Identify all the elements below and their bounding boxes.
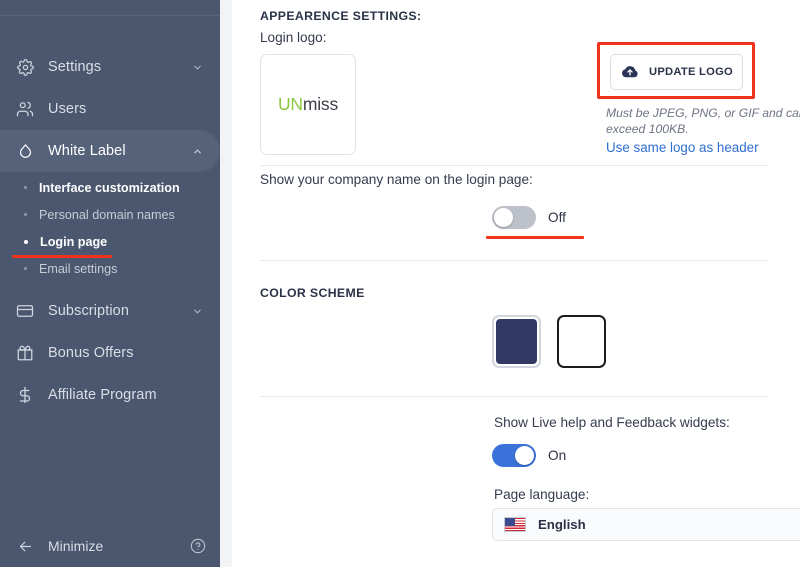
divider-3 — [260, 396, 768, 397]
sidebar-item-login-page[interactable]: Login page — [0, 228, 220, 258]
company-name-label: Show your company name on the login page… — [260, 172, 533, 187]
company-toggle-highlight-underline — [486, 236, 584, 239]
sidebar-item-label: Bonus Offers — [48, 345, 134, 361]
logo-text-un: UN — [277, 94, 303, 114]
sidebar-item-settings[interactable]: Settings — [0, 46, 220, 88]
sidebar-content-gap — [220, 0, 232, 567]
sidebar-item-email-settings[interactable]: Email settings — [0, 255, 220, 282]
sidebar-top-divider — [0, 15, 220, 16]
divider-1 — [260, 165, 768, 166]
gift-icon — [14, 342, 36, 364]
dollar-icon — [14, 384, 36, 406]
droplet-icon — [14, 140, 36, 162]
color-swatch-navy[interactable] — [492, 315, 541, 368]
sidebar-subnav-white-label: Interface customization Personal domain … — [0, 174, 220, 282]
sidebar-item-subscription[interactable]: Subscription — [0, 290, 220, 332]
logo-text-miss: miss — [302, 94, 339, 114]
us-flag-icon — [504, 517, 526, 532]
sidebar: Settings Users White Label Interface cus… — [0, 0, 220, 567]
toggle-knob — [515, 446, 534, 465]
arrow-left-icon — [14, 538, 36, 555]
sidebar-subitem-label: Personal domain names — [39, 207, 175, 222]
sidebar-item-personal-domain-names[interactable]: Personal domain names — [0, 201, 220, 228]
update-logo-button[interactable]: UPDATE LOGO — [610, 54, 743, 90]
company-name-toggle-row: Off — [492, 206, 566, 229]
bullet-icon — [24, 267, 27, 270]
chevron-down-icon[interactable] — [188, 306, 206, 317]
live-help-label: Show Live help and Feedback widgets: — [494, 415, 730, 430]
sidebar-item-bonus-offers[interactable]: Bonus Offers — [0, 332, 220, 374]
chevron-up-icon[interactable] — [188, 146, 206, 157]
toggle-knob — [494, 208, 513, 227]
subnav-spacer — [0, 282, 220, 290]
gear-icon — [14, 56, 36, 78]
color-scheme-title: COLOR SCHEME — [260, 286, 365, 300]
use-same-logo-link[interactable]: Use same logo as header — [606, 140, 759, 155]
main-content: APPEARENCE SETTINGS: Login logo: UNmiss … — [232, 0, 800, 567]
update-logo-button-label: UPDATE LOGO — [649, 66, 733, 78]
color-swatch-white[interactable] — [557, 315, 606, 368]
live-help-toggle[interactable] — [492, 444, 536, 467]
sidebar-subitem-label: Interface customization — [39, 180, 180, 195]
update-logo-highlight-box: UPDATE LOGO — [597, 42, 755, 99]
minimize-label: Minimize — [48, 538, 104, 554]
page-language-label: Page language: — [494, 487, 590, 502]
help-circle-icon[interactable] — [190, 538, 206, 554]
chevron-down-icon[interactable] — [188, 62, 206, 73]
appearance-settings-title: APPEARENCE SETTINGS: — [260, 9, 422, 23]
live-help-toggle-state: On — [548, 448, 567, 463]
page-language-select[interactable]: English — [492, 508, 800, 541]
color-scheme-swatches — [492, 315, 606, 368]
sidebar-item-label: Users — [48, 101, 87, 117]
logo-preview: UNmiss — [260, 54, 356, 155]
bullet-icon — [24, 213, 27, 216]
sidebar-item-label: Settings — [48, 59, 102, 75]
cloud-upload-icon — [620, 64, 640, 80]
logo-preview-text: UNmiss — [278, 94, 338, 115]
sidebar-item-label: Affiliate Program — [48, 387, 157, 403]
sidebar-item-interface-customization[interactable]: Interface customization — [0, 174, 220, 201]
sidebar-nav-primary: Settings Users White Label Interface cus… — [0, 46, 220, 416]
bullet-icon — [24, 186, 27, 189]
sidebar-item-users[interactable]: Users — [0, 88, 220, 130]
sidebar-subitem-label: Login page — [40, 234, 108, 249]
sidebar-subitem-label: Email settings — [39, 261, 118, 276]
live-help-toggle-row: On — [492, 444, 566, 467]
sidebar-item-affiliate-program[interactable]: Affiliate Program — [0, 374, 220, 416]
flag-canton — [505, 518, 515, 526]
app-root: Settings Users White Label Interface cus… — [0, 0, 800, 567]
company-name-toggle-state: Off — [548, 210, 566, 225]
sidebar-item-label: Subscription — [48, 303, 129, 319]
sidebar-item-label: White Label — [48, 143, 126, 159]
sidebar-item-white-label[interactable]: White Label — [0, 130, 220, 172]
bullet-icon — [24, 239, 28, 244]
users-icon — [14, 98, 36, 120]
color-swatch-navy-fill — [496, 319, 537, 364]
minimize-button[interactable]: Minimize — [0, 525, 220, 567]
company-name-toggle[interactable] — [492, 206, 536, 229]
logo-format-hint: Must be JPEG, PNG, or GIF and cannot exc… — [606, 106, 800, 137]
divider-2 — [260, 260, 768, 261]
credit-card-icon — [14, 300, 36, 322]
page-language-value: English — [538, 517, 586, 532]
